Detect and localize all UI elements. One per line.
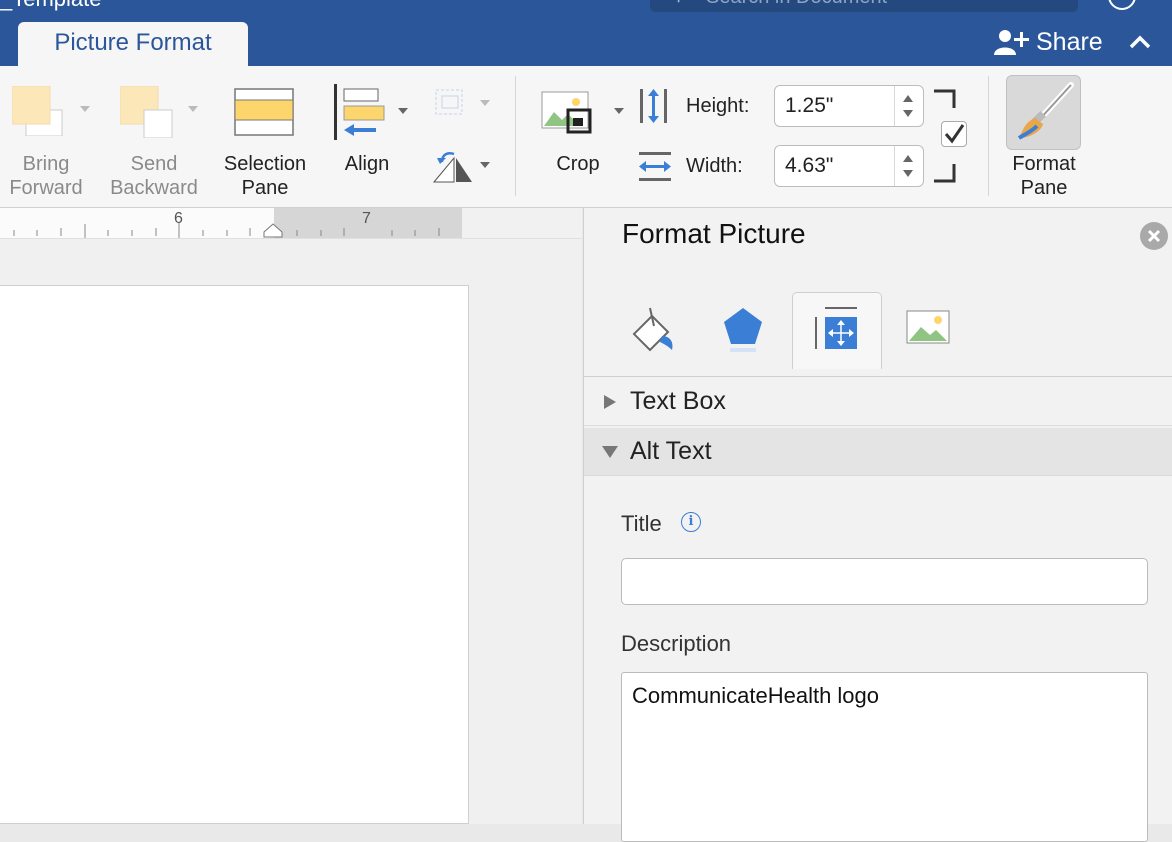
- send-backward-label-1: Send: [130, 153, 178, 175]
- dropdown-arrow-icon: [480, 100, 490, 106]
- alt-description-field[interactable]: CommunicateHealth logo: [621, 672, 1148, 842]
- pentagon-effects-icon: [724, 308, 762, 352]
- tab-picture[interactable]: [884, 292, 972, 366]
- search-box[interactable]: ⚲ Search in Document: [650, 0, 1078, 12]
- send-backward-label-2: Backward: [110, 177, 198, 199]
- arrow-down-icon[interactable]: [903, 110, 913, 117]
- crop-button[interactable]: Crop: [530, 82, 626, 202]
- share-button[interactable]: Share: [994, 26, 1103, 58]
- info-icon[interactable]: i: [681, 512, 701, 532]
- paint-bucket-icon: [632, 307, 673, 352]
- dropdown-arrow-icon: [614, 108, 624, 114]
- chevron-up-icon[interactable]: [1126, 28, 1154, 56]
- checkmark-icon: [944, 124, 965, 144]
- rotate-button[interactable]: [432, 146, 492, 186]
- crop-icon: [541, 91, 592, 134]
- group-button[interactable]: [432, 86, 492, 122]
- ribbon-separator: [515, 76, 516, 196]
- section-text-box[interactable]: Text Box: [584, 378, 1172, 426]
- shape-width-icon: [639, 152, 671, 181]
- format-pane-label-2: Pane: [1020, 177, 1068, 199]
- selection-pane-label-2: Pane: [241, 177, 289, 199]
- width-label: Width:: [686, 155, 743, 177]
- alt-title-label: Title: [621, 511, 662, 536]
- height-stepper[interactable]: [774, 85, 924, 127]
- height-input[interactable]: [785, 92, 895, 120]
- document-page[interactable]: [0, 285, 469, 824]
- search-icon: ⚲: [672, 0, 685, 5]
- tab-effects[interactable]: [698, 292, 786, 366]
- picture-icon: [906, 310, 950, 344]
- dropdown-arrow-icon: [188, 106, 198, 112]
- close-icon: [1147, 229, 1161, 243]
- title-bar: _Template ⚲ Search in Document Picture F…: [0, 0, 1172, 66]
- width-input[interactable]: [785, 152, 895, 180]
- arrow-up-icon[interactable]: [903, 155, 913, 162]
- height-spin-arrows[interactable]: [894, 86, 923, 126]
- pane-tabs-divider: [584, 376, 1172, 377]
- ribbon: Bring Forward Send Backward Selection Pa…: [0, 66, 1172, 208]
- ruler-number: 6: [174, 210, 183, 227]
- ruler-ticks: [13, 222, 440, 238]
- format-pane-button[interactable]: [1006, 75, 1081, 150]
- send-backward-icon: [120, 86, 173, 138]
- dropdown-arrow-icon: [398, 108, 408, 114]
- send-backward-button[interactable]: Send Backward: [104, 82, 204, 202]
- paintbrush-icon: [1017, 82, 1074, 140]
- width-stepper[interactable]: [774, 145, 924, 187]
- tab-size-properties[interactable]: [792, 292, 882, 369]
- selection-pane-icon: [234, 88, 294, 136]
- section-alt-text-label: Alt Text: [630, 437, 712, 465]
- size-properties-icon: [815, 307, 857, 349]
- selection-pane-button[interactable]: Selection Pane: [212, 82, 318, 202]
- add-person-icon: [994, 30, 1029, 55]
- bring-forward-label-1: Bring: [22, 153, 70, 175]
- tab-picture-format[interactable]: Picture Format: [18, 22, 248, 66]
- ribbon-separator: [988, 76, 989, 196]
- format-pane-label: Format Pane: [994, 152, 1094, 200]
- alt-title-field[interactable]: [621, 558, 1148, 605]
- selection-pane-label-1: Selection: [223, 153, 307, 175]
- lock-aspect-ratio-checkbox[interactable]: [941, 121, 967, 147]
- share-label: Share: [1036, 27, 1103, 56]
- chevron-right-icon: [604, 394, 616, 409]
- search-placeholder: Search in Document: [706, 0, 887, 9]
- chevron-down-icon: [602, 445, 618, 458]
- pane-title: Format Picture: [622, 218, 806, 249]
- alt-description-label: Description: [621, 631, 732, 656]
- format-pane-label-1: Format: [1012, 153, 1076, 175]
- bring-forward-button[interactable]: Bring Forward: [0, 82, 92, 202]
- bring-forward-icon: [12, 86, 63, 136]
- section-text-box-label: Text Box: [630, 387, 726, 415]
- crop-label: Crop: [556, 153, 600, 175]
- ruler-number: 7: [362, 210, 371, 227]
- shape-height-icon: [640, 89, 667, 123]
- align-button[interactable]: Align: [326, 82, 412, 202]
- bring-forward-label-2: Forward: [9, 177, 83, 199]
- format-picture-pane: Format Picture Text Box Alt Text Title i…: [583, 208, 1172, 842]
- dropdown-arrow-icon: [480, 162, 490, 168]
- arrow-down-icon[interactable]: [903, 170, 913, 177]
- tab-fill-line[interactable]: [608, 292, 696, 366]
- align-label: Align: [344, 153, 390, 175]
- dropdown-arrow-icon: [80, 106, 90, 112]
- width-spin-arrows[interactable]: [894, 146, 923, 186]
- help-icon[interactable]: [1108, 0, 1136, 10]
- close-pane-button[interactable]: [1140, 222, 1168, 250]
- group-objects-icon: [435, 89, 463, 115]
- document-title: _Template: [0, 0, 102, 12]
- section-alt-text[interactable]: Alt Text: [584, 428, 1172, 476]
- align-icon: [334, 84, 385, 140]
- arrow-up-icon[interactable]: [903, 95, 913, 102]
- height-label: Height:: [686, 95, 750, 117]
- rotate-icon: [432, 152, 472, 183]
